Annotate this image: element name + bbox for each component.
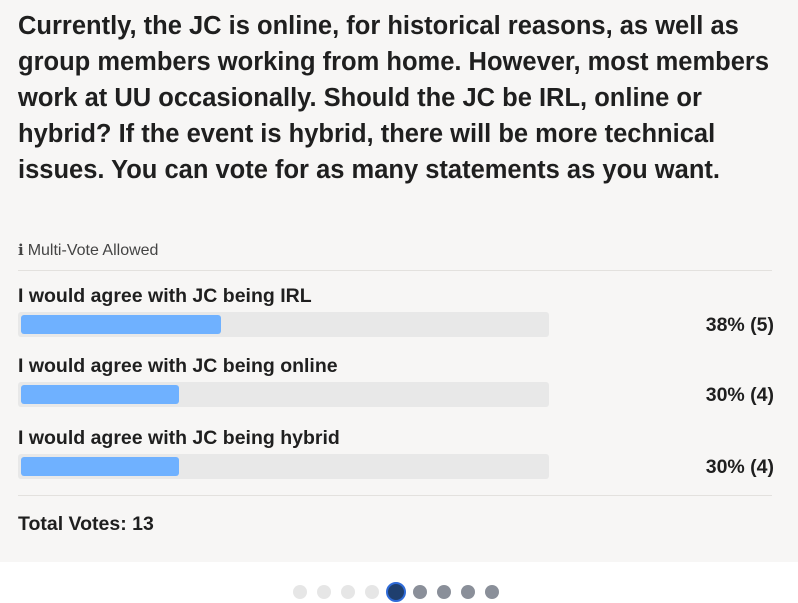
result-bar-track [18,312,549,337]
info-icon: i [18,241,24,259]
result-bar-track [18,382,549,407]
multivote-label: Multi-Vote Allowed [27,242,159,259]
result-bar-fill [21,385,179,404]
option-label: I would agree with JC being hybrid [18,427,340,449]
result-bar-fill [21,315,221,334]
poll-option[interactable]: I would agree with JC being IRL 38% (5) [18,285,774,345]
total-votes: Total Votes: 13 [18,513,154,535]
option-result: 38% (5) [705,314,774,336]
option-result: 30% (4) [705,384,774,406]
result-bar-track [18,454,549,479]
option-result: 30% (4) [705,456,774,478]
divider-top [18,270,772,271]
page-dot-icon[interactable] [293,585,307,599]
page-dot-icon[interactable] [485,585,499,599]
page-dot-icon[interactable] [341,585,355,599]
poll-option[interactable]: I would agree with JC being hybrid 30% (… [18,427,774,487]
option-label: I would agree with JC being online [18,355,338,377]
poll-question: Currently, the JC is online, for histori… [18,12,770,184]
page-dot-icon[interactable] [413,585,427,599]
poll-option[interactable]: I would agree with JC being online 30% (… [18,355,774,415]
option-label: I would agree with JC being IRL [18,285,312,307]
pagination-dots [0,582,798,602]
page-dot-icon[interactable] [461,585,475,599]
page-dot-icon[interactable] [437,585,451,599]
result-bar-fill [21,457,179,476]
divider-bottom [18,495,772,496]
page-dot-icon[interactable] [317,585,331,599]
poll-card: Currently, the JC is online, for histori… [0,0,798,562]
page-dot-icon[interactable] [365,585,379,599]
multivote-note: i Multi-Vote Allowed [18,240,158,261]
page-dot-active-icon[interactable] [386,582,406,602]
